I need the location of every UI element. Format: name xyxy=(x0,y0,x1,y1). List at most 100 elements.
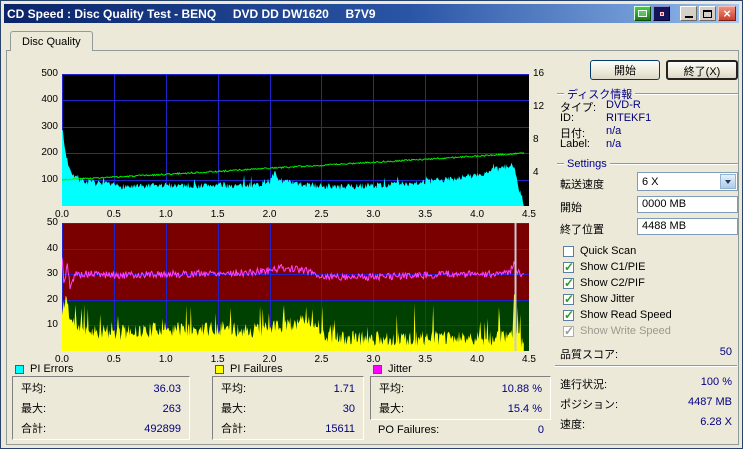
position-label: ポジション: xyxy=(560,399,619,411)
groupbox-line xyxy=(557,163,564,165)
stat-label: 最大: xyxy=(21,403,47,415)
stat-row: 平均: 1.71 xyxy=(221,379,355,399)
axis-tick-label: 200 xyxy=(41,147,58,159)
jitter-legend-label: Jitter xyxy=(388,363,412,375)
stat-label: 平均: xyxy=(221,383,247,395)
checkbox-show-read-speed[interactable]: Show Read Speed xyxy=(563,308,672,322)
stat-label: 最大: xyxy=(221,403,247,415)
disc-id-value: RITEKF1 xyxy=(606,112,652,124)
stat-row: 合計: 15611 xyxy=(221,419,355,439)
stat-row: 合計: 492899 xyxy=(21,419,181,439)
exit-button[interactable]: 終了(X) xyxy=(666,60,738,80)
jitter-stats-box: 平均: 10.88 % 最大: 15.4 % xyxy=(370,376,551,420)
checkbox-label: Show C2/PIF xyxy=(580,277,645,289)
stat-value: 30 xyxy=(342,403,355,415)
chart-icon xyxy=(638,10,647,17)
axis-tick-label: 2.0 xyxy=(262,354,277,365)
progress-value: 100 % xyxy=(700,376,732,388)
axis-tick-label: 1.5 xyxy=(210,209,225,220)
progress-row: 進行状況: 100 % xyxy=(560,376,732,392)
end-pos-input[interactable]: 4488 MB xyxy=(637,218,738,235)
quality-score-label: 品質スコア: xyxy=(560,349,619,361)
stat-label: 合計: xyxy=(221,423,247,435)
disc-icon xyxy=(659,11,664,16)
jitter-swatch xyxy=(373,364,382,374)
axis-tick-label: 4.0 xyxy=(470,354,485,365)
chevron-down-icon xyxy=(725,179,731,184)
stat-label: 最大: xyxy=(379,403,405,415)
checkbox-box xyxy=(563,308,574,322)
checkbox-quick-scan[interactable]: Quick Scan xyxy=(563,245,636,257)
checkbox-label: Quick Scan xyxy=(580,245,637,257)
pif-jitter-chart xyxy=(62,223,529,351)
disc-label-label: Label: xyxy=(560,138,590,150)
axis-tick-label: 12 xyxy=(533,101,545,112)
pie-swatch xyxy=(15,364,24,374)
settings-group-title: Settings xyxy=(557,158,738,170)
stat-row: 平均: 10.88 % xyxy=(379,379,542,399)
dropdown-button[interactable] xyxy=(720,174,736,189)
stat-value: 15611 xyxy=(325,423,355,435)
axis-tick-label: 3.0 xyxy=(366,209,381,220)
axis-tick-label: 2.5 xyxy=(314,209,329,220)
stat-value: 492899 xyxy=(144,423,181,435)
stat-value: 36.03 xyxy=(153,383,181,395)
close-button[interactable]: × xyxy=(718,6,736,21)
stat-row: 最大: 30 xyxy=(221,399,355,419)
stat-value: 15.4 % xyxy=(507,403,542,415)
axis-tick-label: 30 xyxy=(46,268,58,280)
progress-label: 進行状況: xyxy=(560,379,608,391)
maximize-button[interactable] xyxy=(699,6,716,21)
groupbox-line xyxy=(557,93,564,95)
tab-disc-quality[interactable]: Disc Quality xyxy=(10,31,93,51)
start-pos-input[interactable]: 0000 MB xyxy=(637,196,738,213)
axis-tick-label: 0.5 xyxy=(106,354,121,365)
axis-tick-label: 1.0 xyxy=(158,209,173,220)
groupbox-line xyxy=(635,93,738,95)
disc-label-row: Label: n/a xyxy=(560,138,738,150)
pif-swatch xyxy=(215,364,224,374)
axis-tick-label: 2.5 xyxy=(314,354,329,365)
checkbox-show-c2-pif[interactable]: Show C2/PIF xyxy=(563,276,645,290)
disc-id-label: ID: xyxy=(560,112,575,124)
checkbox-label: Show Write Speed xyxy=(580,325,671,337)
axis-tick-label: 50 xyxy=(46,217,58,228)
titlebar-chart-icon[interactable] xyxy=(634,6,651,21)
minimize-button[interactable] xyxy=(680,6,697,21)
axis-tick-label: 0.0 xyxy=(55,354,69,365)
checkbox-show-jitter[interactable]: Show Jitter xyxy=(563,292,635,306)
speed-value: 6 X xyxy=(642,175,659,188)
minimize-icon xyxy=(684,16,693,18)
checkbox-show-write-speed[interactable]: Show Write Speed xyxy=(563,324,671,338)
titlebar[interactable]: CD Speed : Disc Quality Test - BENQ DVD … xyxy=(4,4,739,23)
app-window: CD Speed : Disc Quality Test - BENQ DVD … xyxy=(0,0,743,449)
axis-tick-label: 4.0 xyxy=(470,209,485,220)
position-value: 4487 MB xyxy=(687,396,732,408)
axis-tick-label: 400 xyxy=(41,94,58,106)
titlebar-disc-icon[interactable] xyxy=(653,6,670,21)
po-failures-value: 0 xyxy=(537,424,544,436)
checkbox-label: Show C1/PIE xyxy=(580,261,646,273)
stat-row: 平均: 36.03 xyxy=(21,379,181,399)
divider xyxy=(555,365,737,367)
speed-combobox[interactable]: 6 X xyxy=(637,172,738,191)
axis-tick-label: 16 xyxy=(533,68,545,79)
checkbox-show-c1-pie[interactable]: Show C1/PIE xyxy=(563,260,646,274)
axis-tick-label: 3.0 xyxy=(366,354,381,365)
po-failures-label: PO Failures: xyxy=(378,424,440,436)
start-button[interactable]: 開始 xyxy=(590,60,660,80)
stat-row: 最大: 263 xyxy=(21,399,181,419)
checkbox-box xyxy=(563,292,574,306)
tab-page: PI Errors PI Failures Jitter 平均: 36.03 最大… xyxy=(6,50,739,445)
speed-readout-row: 速度: 6.28 X xyxy=(560,416,732,432)
axis-tick-label: 4 xyxy=(533,167,539,178)
stat-value: 263 xyxy=(162,403,181,415)
stat-row: 最大: 15.4 % xyxy=(379,399,542,419)
axis-tick-label: 1.0 xyxy=(158,354,173,365)
checkbox-label: Show Jitter xyxy=(580,293,635,305)
pie-readspeed-chart xyxy=(62,74,529,206)
stat-value: 10.88 % xyxy=(501,383,542,395)
axis-tick-label: 300 xyxy=(41,120,58,132)
axis-tick-label: 20 xyxy=(46,293,58,305)
settings-title: Settings xyxy=(567,158,607,170)
